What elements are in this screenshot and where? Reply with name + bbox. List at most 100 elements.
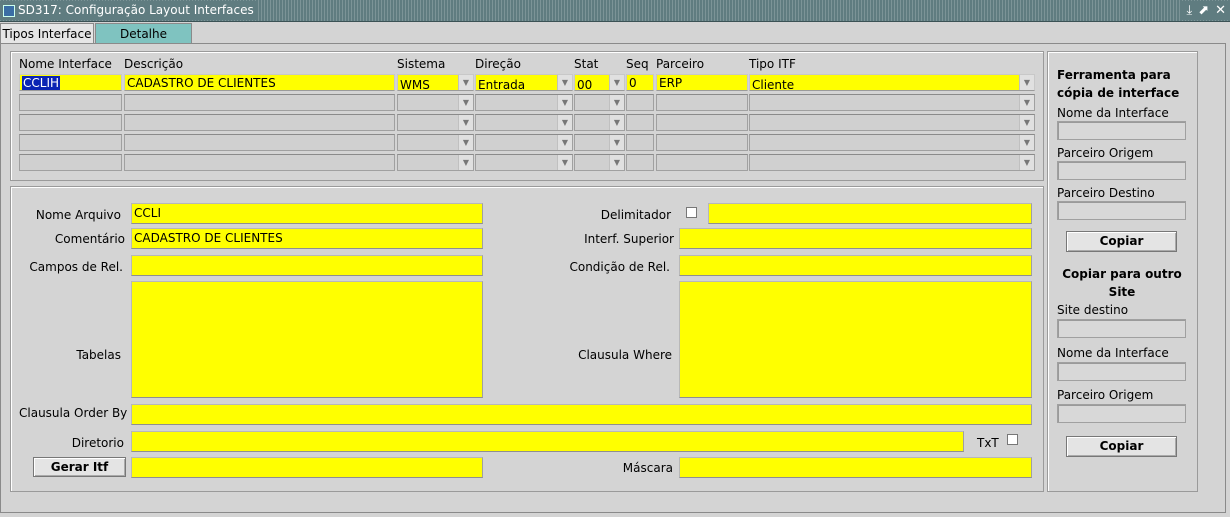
site-nome-interface-field[interactable] — [1057, 362, 1186, 381]
table-row-cell[interactable] — [19, 154, 122, 171]
diretorio-field[interactable] — [131, 431, 964, 452]
condicao-rel-field[interactable] — [679, 255, 1032, 276]
table-row-cell[interactable] — [626, 94, 654, 111]
table-row-cell[interactable]: ▼ — [397, 134, 474, 151]
dropdown-arrow-icon[interactable]: ▼ — [609, 155, 624, 170]
dropdown-arrow-icon[interactable]: ▼ — [557, 155, 572, 170]
dropdown-arrow-icon[interactable]: ▼ — [609, 95, 624, 110]
dropdown-arrow-icon[interactable]: ▼ — [1019, 95, 1034, 110]
dropdown-arrow-icon[interactable]: ▼ — [557, 75, 572, 90]
copy-parceiro-origem-label: Parceiro Origem — [1057, 146, 1154, 160]
dropdown-arrow-icon[interactable]: ▼ — [1019, 75, 1034, 90]
table-row-cell[interactable] — [656, 114, 748, 131]
table-row-cell[interactable]: ▼ — [475, 114, 573, 131]
row1-direcao-select[interactable]: Entrada ▼ — [475, 74, 573, 92]
table-row-cell[interactable] — [124, 114, 395, 131]
txt-checkbox[interactable] — [1007, 434, 1018, 445]
table-row-cell[interactable]: ▼ — [475, 94, 573, 111]
dropdown-arrow-icon[interactable]: ▼ — [458, 95, 473, 110]
table-row-cell[interactable]: ▼ — [574, 94, 625, 111]
table-row-cell[interactable]: ▼ — [749, 154, 1035, 171]
window-controls: ⤓ ⬈ ✕ — [1182, 1, 1230, 20]
table-row-cell[interactable] — [19, 114, 122, 131]
interf-superior-label: Interf. Superior — [584, 232, 674, 246]
campos-rel-field[interactable] — [131, 255, 483, 276]
table-row-cell[interactable] — [124, 94, 395, 111]
dropdown-arrow-icon[interactable]: ▼ — [557, 95, 572, 110]
table-row-cell[interactable] — [626, 134, 654, 151]
gerar-itf-field[interactable] — [131, 457, 483, 478]
table-row-cell[interactable] — [19, 94, 122, 111]
nome-arquivo-field[interactable]: CCLI — [131, 203, 483, 224]
clausula-where-textarea[interactable] — [679, 281, 1032, 398]
table-row-cell[interactable] — [19, 134, 122, 151]
copiar-button[interactable]: Copiar — [1066, 231, 1177, 252]
diretorio-label: Diretorio — [71, 436, 124, 450]
tab-detalhe[interactable]: Detalhe — [95, 23, 192, 43]
table-row-cell[interactable]: ▼ — [749, 94, 1035, 111]
dropdown-arrow-icon[interactable]: ▼ — [557, 115, 572, 130]
table-row-cell[interactable]: ▼ — [397, 94, 474, 111]
minimize-icon[interactable]: ⤓ — [1186, 3, 1192, 18]
tabelas-textarea[interactable] — [131, 281, 483, 398]
site-parceiro-origem-field[interactable] — [1057, 404, 1186, 423]
copy-nome-interface-field[interactable] — [1057, 121, 1186, 140]
comentario-field[interactable]: CADASTRO DE CLIENTES — [131, 228, 483, 249]
copy-parceiro-origem-field[interactable] — [1057, 161, 1186, 180]
copiar-site-button[interactable]: Copiar — [1066, 436, 1177, 457]
mascara-field[interactable] — [679, 457, 1032, 478]
clausula-order-by-field[interactable] — [131, 404, 1032, 425]
table-row-cell[interactable]: ▼ — [475, 154, 573, 171]
table-row-cell[interactable]: ▼ — [749, 134, 1035, 151]
dropdown-arrow-icon[interactable]: ▼ — [458, 115, 473, 130]
table-row-cell[interactable]: ▼ — [397, 154, 474, 171]
window-caption: SD317: Configuração Layout Interfaces — [0, 1, 258, 20]
gerar-itf-button[interactable]: Gerar Itf — [33, 457, 126, 477]
tabelas-label: Tabelas — [76, 348, 121, 362]
row1-stat-select[interactable]: 00 ▼ — [574, 74, 625, 92]
close-icon[interactable]: ✕ — [1215, 3, 1226, 18]
site-nome-interface-label: Nome da Interface — [1057, 346, 1169, 360]
txt-label: TxT — [977, 436, 999, 450]
dropdown-arrow-icon[interactable]: ▼ — [609, 135, 624, 150]
maximize-icon[interactable]: ⬈ — [1198, 3, 1209, 18]
delimitador-field[interactable] — [708, 203, 1032, 224]
dropdown-arrow-icon[interactable]: ▼ — [1019, 155, 1034, 170]
table-row-cell[interactable]: ▼ — [749, 114, 1035, 131]
row1-nome-interface[interactable]: CCLIH — [19, 74, 122, 91]
table-row-cell[interactable] — [656, 94, 748, 111]
copy-parceiro-destino-field[interactable] — [1057, 201, 1186, 220]
dropdown-arrow-icon[interactable]: ▼ — [1019, 115, 1034, 130]
table-row-cell[interactable] — [124, 154, 395, 171]
table-row-cell[interactable]: ▼ — [574, 154, 625, 171]
table-row-cell[interactable] — [626, 154, 654, 171]
table-row-cell[interactable] — [626, 114, 654, 131]
row1-sistema-select[interactable]: WMS ▼ — [397, 74, 474, 92]
interf-superior-field[interactable] — [679, 228, 1032, 249]
delimitador-checkbox[interactable] — [686, 207, 697, 218]
copy-nome-interface-label: Nome da Interface — [1057, 106, 1169, 120]
table-row-cell[interactable] — [124, 134, 395, 151]
table-row-cell[interactable]: ▼ — [475, 134, 573, 151]
row1-tipo-itf-select[interactable]: Cliente ▼ — [749, 74, 1035, 92]
dropdown-arrow-icon[interactable]: ▼ — [458, 135, 473, 150]
dropdown-arrow-icon[interactable]: ▼ — [1019, 135, 1034, 150]
dropdown-arrow-icon[interactable]: ▼ — [609, 75, 624, 90]
row1-parceiro[interactable]: ERP — [656, 74, 748, 91]
dropdown-arrow-icon[interactable]: ▼ — [458, 75, 473, 90]
table-row-cell[interactable]: ▼ — [574, 134, 625, 151]
col-header-nome-interface: Nome Interface — [19, 57, 112, 71]
table-row-cell[interactable] — [656, 154, 748, 171]
site-destino-field[interactable] — [1057, 319, 1186, 338]
row1-descricao[interactable]: CADASTRO DE CLIENTES — [124, 74, 395, 91]
table-row-cell[interactable]: ▼ — [574, 114, 625, 131]
table-row-cell[interactable] — [656, 134, 748, 151]
dropdown-arrow-icon[interactable]: ▼ — [609, 115, 624, 130]
dropdown-arrow-icon[interactable]: ▼ — [557, 135, 572, 150]
table-row-cell[interactable]: ▼ — [397, 114, 474, 131]
copy-parceiro-destino-label: Parceiro Destino — [1057, 186, 1155, 200]
row1-seq[interactable]: 0 — [626, 74, 654, 91]
tab-tipos-interface[interactable]: Tipos Interface — [0, 23, 94, 43]
dropdown-arrow-icon[interactable]: ▼ — [458, 155, 473, 170]
copy-site-title: Copiar para outro Site — [1062, 267, 1182, 299]
